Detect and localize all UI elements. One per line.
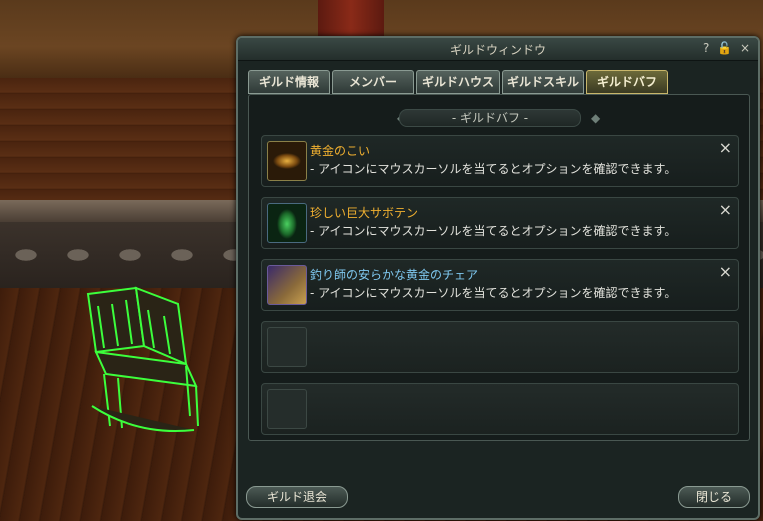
ornament-right: ◆ [591, 111, 601, 125]
buff-row: 釣り師の安らかな黄金のチェア - アイコンにマウスカーソルを当てるとオプションを… [261, 259, 739, 311]
lock-icon[interactable]: 🔓 [717, 41, 732, 55]
window-titlebar[interactable]: ギルドウィンドウ ? 🔓 × [238, 38, 758, 61]
buff-row: 黄金のこい - アイコンにマウスカーソルを当てるとオプションを確認できます。 × [261, 135, 739, 187]
buff-description: - アイコンにマウスカーソルを当てるとオプションを確認できます。 [310, 162, 677, 176]
tab-guild-skill[interactable]: ギルドスキル [502, 70, 584, 94]
remove-buff-icon[interactable]: × [719, 200, 732, 219]
close-icon[interactable]: × [740, 41, 750, 55]
section-header: - ギルドバフ - [399, 109, 581, 127]
close-button[interactable]: 閉じる [678, 486, 750, 508]
empty-slot-icon [267, 389, 307, 429]
tab-members[interactable]: メンバー [332, 70, 414, 94]
buff-name: 珍しい巨大サボテン [310, 206, 419, 220]
buff-description: - アイコンにマウスカーソルを当てるとオプションを確認できます。 [310, 224, 677, 238]
guild-window: ギルドウィンドウ ? 🔓 × ギルド情報 メンバー ギルドハウス ギルドスキル … [236, 36, 760, 520]
tab-guild-info[interactable]: ギルド情報 [248, 70, 330, 94]
golden-chair-icon[interactable] [267, 265, 307, 305]
buff-panel: ◆ - ギルドバフ - ◆ 黄金のこい - アイコンにマウスカーソルを当てるとオ… [248, 94, 750, 441]
buff-name: 黄金のこい [310, 144, 371, 158]
tab-guild-buff[interactable]: ギルドバフ [586, 70, 668, 94]
highlighted-chair[interactable] [78, 286, 228, 441]
help-icon[interactable]: ? [703, 41, 709, 55]
buff-name: 釣り師の安らかな黄金のチェア [310, 268, 479, 282]
remove-buff-icon[interactable]: × [719, 138, 732, 157]
remove-buff-icon[interactable]: × [719, 262, 732, 281]
leave-guild-button[interactable]: ギルド退会 [246, 486, 348, 508]
golden-carp-icon[interactable] [267, 141, 307, 181]
buff-description: - アイコンにマウスカーソルを当てるとオプションを確認できます。 [310, 286, 677, 300]
empty-buff-slot [261, 383, 739, 435]
buff-row: 珍しい巨大サボテン - アイコンにマウスカーソルを当てるとオプションを確認できま… [261, 197, 739, 249]
empty-slot-icon [267, 327, 307, 367]
red-pillar [318, 0, 384, 40]
giant-cactus-icon[interactable] [267, 203, 307, 243]
tab-guild-house[interactable]: ギルドハウス [416, 70, 500, 94]
empty-buff-slot [261, 321, 739, 373]
window-title: ギルドウィンドウ [449, 43, 546, 57]
